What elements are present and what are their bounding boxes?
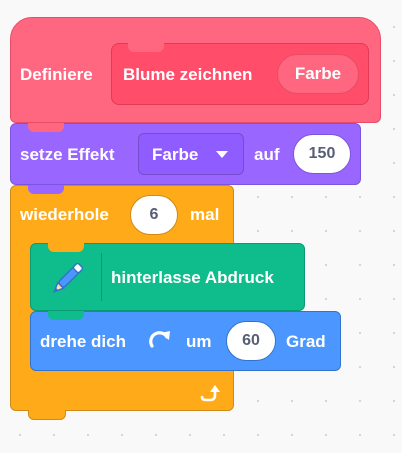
turn-by-label: um (186, 332, 212, 351)
set-effect-label: setze Effekt (20, 145, 115, 164)
param-farbe[interactable]: Farbe (277, 54, 359, 94)
repeat-notch (28, 185, 64, 194)
define-keyword: Definiere (20, 65, 93, 84)
set-effect-notch (28, 123, 64, 132)
turn-suffix: Grad (286, 332, 326, 351)
turn-degrees-input[interactable]: 60 (226, 321, 276, 361)
custom-block-name: Blume zeichnen (123, 65, 253, 84)
repeat-label: wiederhole (20, 205, 109, 224)
pen-down-label: hinterlasse Abdruck (111, 268, 274, 287)
repeat-count-input[interactable]: 6 (130, 195, 178, 235)
loop-arrow-icon (198, 382, 220, 404)
turn-label: drehe dich (40, 332, 126, 351)
turn-notch (48, 311, 84, 320)
prototype-notch (128, 43, 164, 52)
rotate-right-icon (146, 328, 174, 356)
pen-icon (44, 256, 90, 302)
set-effect-to-label: auf (254, 145, 280, 164)
dropdown-arrow-icon (216, 151, 228, 158)
effect-value-input[interactable]: 150 (293, 134, 351, 174)
pen-down-notch (48, 243, 84, 252)
repeat-bottom-tab (28, 410, 66, 420)
repeat-suffix: mal (190, 205, 220, 224)
effect-dropdown-value: Farbe (152, 145, 199, 164)
pen-divider (101, 253, 102, 301)
